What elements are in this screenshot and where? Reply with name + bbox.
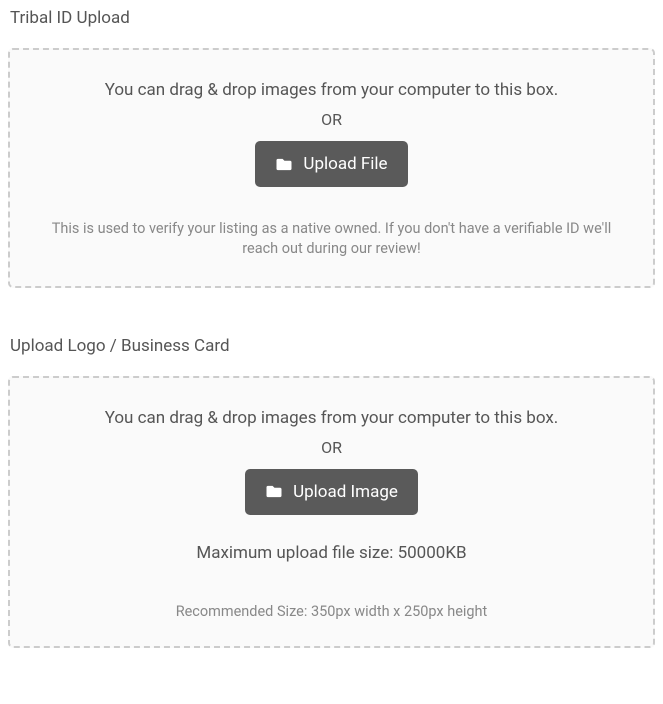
upload-image-button-label: Upload Image [293, 482, 398, 502]
upload-image-button[interactable]: Upload Image [245, 469, 418, 515]
tribal-id-dropzone[interactable]: You can drag & drop images from your com… [8, 48, 655, 288]
drop-instruction-text: You can drag & drop images from your com… [30, 408, 633, 428]
max-upload-size-text: Maximum upload file size: 50000KB [30, 543, 633, 563]
upload-logo-title: Upload Logo / Business Card [8, 336, 655, 356]
logo-dropzone[interactable]: You can drag & drop images from your com… [8, 376, 655, 648]
folder-icon [275, 157, 293, 172]
folder-icon [265, 484, 283, 499]
drop-instruction-text: You can drag & drop images from your com… [30, 80, 633, 100]
recommended-size-text: Recommended Size: 350px width x 250px he… [30, 603, 633, 620]
or-separator: OR [30, 438, 633, 457]
upload-file-button-label: Upload File [303, 154, 387, 174]
tribal-id-upload-title: Tribal ID Upload [8, 8, 655, 28]
tribal-id-helper-text: This is used to verify your listing as a… [52, 219, 612, 260]
or-separator: OR [30, 110, 633, 129]
upload-file-button[interactable]: Upload File [255, 141, 407, 187]
